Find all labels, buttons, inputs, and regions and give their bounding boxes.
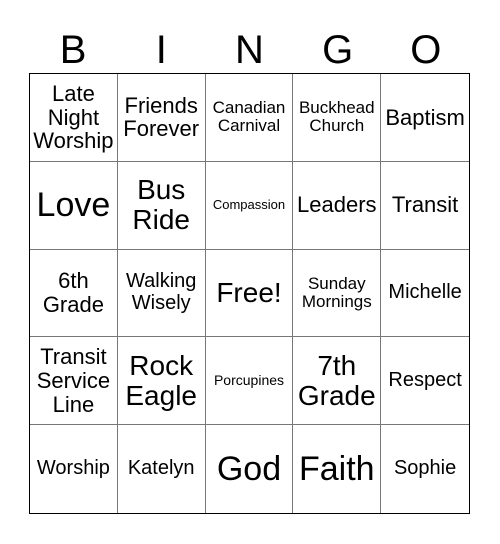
bingo-cell[interactable]: Faith [293, 425, 382, 513]
bingo-cell[interactable]: Rock Eagle [117, 337, 206, 426]
header-letter-b: B [59, 28, 87, 72]
bingo-cell[interactable]: Porcupines [205, 337, 294, 426]
bingo-cell[interactable]: Canadian Carnival [205, 74, 294, 162]
bingo-cell[interactable]: Worship [30, 425, 118, 513]
bingo-cell[interactable]: Respect [381, 337, 469, 426]
bingo-cell[interactable]: Free! [205, 249, 294, 338]
bingo-cell[interactable]: Bus Ride [117, 161, 206, 250]
bingo-cell[interactable]: God [206, 425, 294, 513]
bingo-cell[interactable]: Compassion [205, 161, 294, 250]
bingo-cell[interactable]: 7th Grade [293, 337, 382, 426]
header-letter-n: N [235, 28, 264, 72]
bingo-cell[interactable]: 6th Grade [30, 249, 118, 338]
header-letter-g: G [322, 28, 354, 72]
bingo-cell[interactable]: Sophie [381, 425, 469, 513]
header-letter-o: O [410, 28, 442, 72]
bingo-cell[interactable]: Walking Wisely [117, 249, 206, 338]
bingo-grid: Late Night Worship Friends Forever Canadia… [29, 73, 470, 514]
bingo-cell[interactable]: Sunday Mornings [293, 249, 382, 338]
bingo-cell[interactable]: Baptism [381, 74, 469, 162]
bingo-cell[interactable]: Late Night Worship [30, 74, 118, 162]
bingo-header: B I N G O [29, 28, 470, 73]
bingo-cell[interactable]: Michelle [381, 250, 469, 338]
bingo-cell[interactable]: Buckhead Church [293, 74, 382, 162]
bingo-cell[interactable]: Transit [381, 162, 469, 250]
bingo-cell[interactable]: Love [30, 161, 118, 250]
bingo-cell[interactable]: Transit Service Line [30, 337, 118, 426]
bingo-cell[interactable]: Katelyn [118, 425, 206, 513]
header-letter-i: I [155, 28, 167, 72]
bingo-cell[interactable]: Leaders [293, 161, 382, 250]
bingo-cell[interactable]: Friends Forever [117, 74, 206, 162]
